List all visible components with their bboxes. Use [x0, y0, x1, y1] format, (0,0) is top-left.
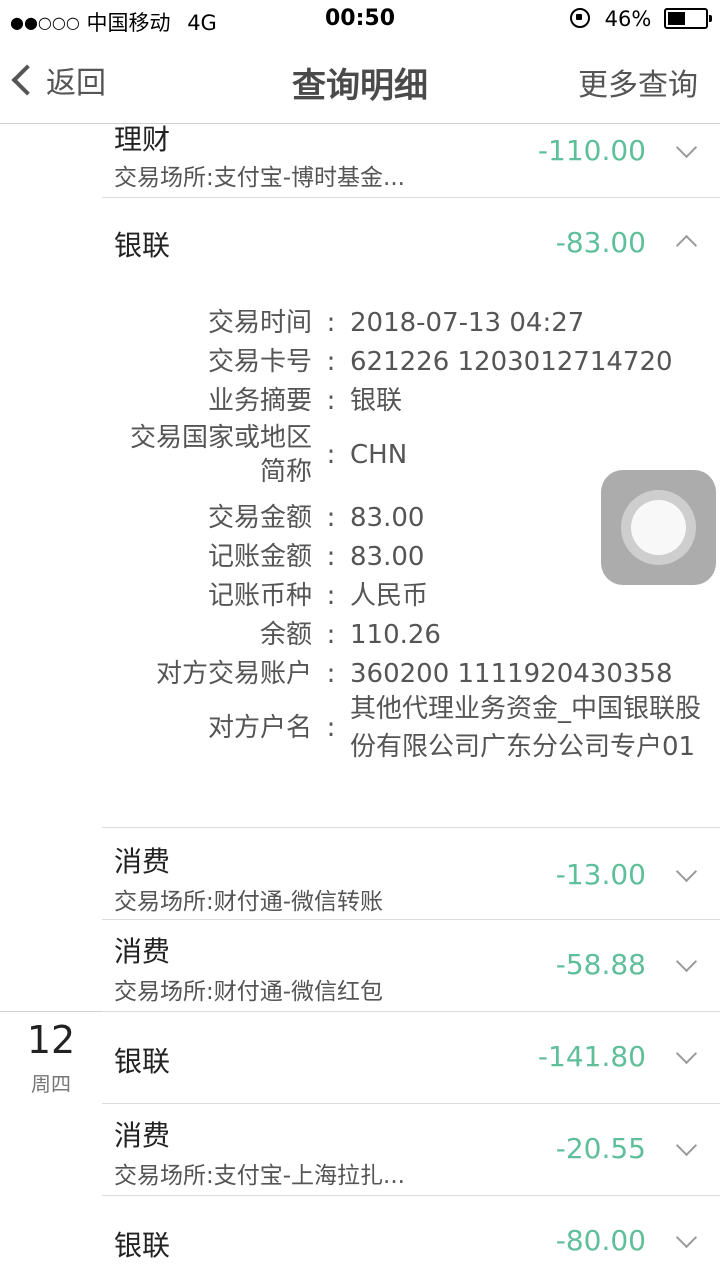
detail-colon: : — [326, 308, 336, 338]
transaction-subtitle: 交易场所:支付宝-博时基金... — [114, 165, 405, 191]
transaction-amount: -20.55 — [555, 1132, 646, 1165]
transaction-amount: -83.00 — [555, 226, 646, 259]
transaction-amount: -110.00 — [537, 134, 646, 167]
transaction-subtitle: 交易场所:财付通-微信红包 — [114, 979, 384, 1005]
detail-value: 银联 — [350, 386, 403, 416]
detail-label: 交易卡号 — [207, 347, 312, 377]
transaction-title: 消费 — [114, 935, 171, 968]
date-weekday: 周四 — [31, 1072, 71, 1096]
detail-colon: : — [326, 386, 336, 416]
detail-row: 对方户名 : 其他代理业务资金_中国银联股份有限公司广东分公司专户01 — [102, 690, 720, 766]
transaction-list: 理财 交易场所:支付宝-博时基金... -110.00 银联 -83.00 交易… — [0, 124, 720, 1280]
detail-value: CHN — [350, 440, 408, 470]
chevron-down-icon[interactable] — [675, 1226, 698, 1249]
detail-value: 360200 1111920430358 — [350, 659, 673, 689]
detail-colon: : — [326, 347, 336, 377]
detail-row: 交易卡号 : 621226 1203012714720 — [102, 343, 720, 381]
detail-colon: : — [326, 620, 336, 650]
status-bar: ●●○○○ 中国移动 4G 00:50 46% — [0, 0, 720, 40]
detail-colon: : — [326, 440, 336, 470]
transaction-amount: -80.00 — [555, 1224, 646, 1257]
transaction-amount: -13.00 — [555, 858, 646, 891]
detail-row: 对方交易账户 : 360200 1111920430358 — [102, 655, 720, 693]
detail-label: 交易国家或地区简称 — [129, 423, 312, 487]
chevron-down-icon[interactable] — [675, 1042, 698, 1065]
detail-label: 交易金额 — [207, 503, 312, 533]
more-query-button[interactable]: 更多查询 — [578, 60, 698, 104]
detail-value: 110.26 — [350, 620, 441, 650]
detail-colon: : — [326, 542, 336, 572]
detail-label: 业务摘要 — [207, 386, 312, 416]
transaction-item[interactable]: 银联 -80.00 — [102, 1196, 720, 1280]
chevron-down-icon[interactable] — [675, 950, 698, 973]
date-group: 12 周四 — [0, 1018, 102, 1097]
chevron-down-icon[interactable] — [675, 1134, 698, 1157]
detail-label: 对方户名 — [207, 713, 312, 743]
detail-value: 2018-07-13 04:27 — [350, 308, 585, 338]
transaction-title: 银联 — [114, 229, 171, 262]
transaction-title: 消费 — [114, 1119, 171, 1152]
transaction-title: 银联 — [114, 1045, 171, 1078]
chevron-up-icon[interactable] — [675, 234, 698, 257]
detail-label: 余额 — [259, 620, 312, 650]
battery-fill — [668, 12, 685, 25]
date-day: 12 — [26, 1018, 76, 1062]
transaction-title: 银联 — [114, 1229, 171, 1262]
detail-row: 业务摘要 : 银联 — [102, 382, 720, 420]
detail-label: 交易时间 — [207, 308, 312, 338]
detail-colon: : — [326, 713, 336, 743]
detail-label: 记账币种 — [207, 581, 312, 611]
transaction-amount: -58.88 — [555, 948, 646, 981]
transaction-item[interactable]: 银联 -141.80 — [102, 1012, 720, 1104]
transaction-item[interactable]: 消费 交易场所:财付通-微信转账 -13.00 — [102, 828, 720, 920]
assistive-touch-core — [631, 500, 686, 555]
transaction-item[interactable]: 消费 交易场所:财付通-微信红包 -58.88 — [102, 920, 720, 1012]
detail-label: 记账金额 — [207, 542, 312, 572]
transaction-subtitle: 交易场所:财付通-微信转账 — [114, 889, 384, 915]
rotation-lock-icon — [569, 8, 590, 28]
detail-value: 其他代理业务资金_中国银联股份有限公司广东分公司专户01 — [350, 694, 702, 762]
battery-percent: 46% — [604, 7, 652, 31]
assistive-touch-button[interactable] — [601, 470, 716, 585]
status-right: 46% — [569, 7, 712, 31]
detail-row: 交易时间 : 2018-07-13 04:27 — [102, 304, 720, 342]
transaction-item[interactable]: 消费 交易场所:支付宝-上海拉扎... -20.55 — [102, 1104, 720, 1196]
nav-bar: 返回 查询明细 更多查询 — [0, 40, 720, 124]
date-divider — [0, 1011, 102, 1012]
detail-label: 对方交易账户 — [155, 659, 312, 689]
battery-icon — [664, 8, 712, 29]
transaction-amount: -141.80 — [537, 1040, 646, 1073]
detail-value: 621226 1203012714720 — [350, 347, 673, 377]
detail-row: 余额 : 110.26 — [102, 616, 720, 654]
detail-colon: : — [326, 659, 336, 689]
transaction-item[interactable]: 理财 交易场所:支付宝-博时基金... -110.00 — [102, 124, 720, 198]
chevron-down-icon[interactable] — [675, 860, 698, 883]
transaction-subtitle: 交易场所:支付宝-上海拉扎... — [114, 1163, 405, 1189]
transaction-title: 理财 — [114, 124, 171, 156]
detail-colon: : — [326, 581, 336, 611]
detail-colon: : — [326, 503, 336, 533]
transaction-title: 消费 — [114, 845, 171, 878]
chevron-down-icon[interactable] — [675, 136, 698, 159]
